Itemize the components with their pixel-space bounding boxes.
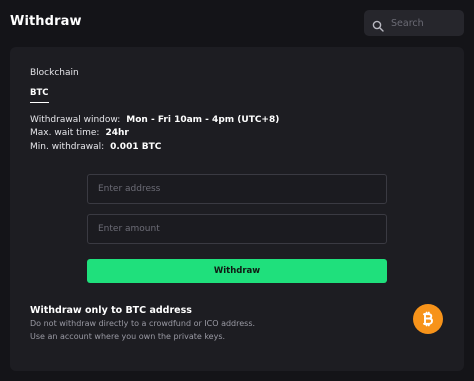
blockchain-label: Blockchain bbox=[30, 68, 79, 78]
amount-input[interactable] bbox=[87, 214, 387, 244]
max-wait-value: 24hr bbox=[105, 128, 129, 138]
search-icon bbox=[372, 17, 384, 32]
notice-line-1: Do not withdraw directly to a crowdfund … bbox=[30, 319, 256, 328]
withdraw-card: Blockchain BTC Withdrawal window: Mon - F… bbox=[10, 47, 464, 371]
withdrawal-window-label: Withdrawal window: bbox=[30, 115, 121, 125]
min-withdrawal-row: Min. withdrawal: 0.001 BTC bbox=[30, 142, 161, 152]
withdrawal-window-value: Mon - Fri 10am - 4pm (UTC+8) bbox=[126, 115, 280, 125]
page-title: Withdraw bbox=[10, 14, 82, 29]
notice-title: Withdraw only to BTC address bbox=[30, 305, 192, 316]
tab-btc[interactable]: BTC bbox=[30, 88, 49, 103]
search-input[interactable] bbox=[391, 17, 459, 29]
min-withdrawal-label: Min. withdrawal: bbox=[30, 142, 105, 152]
notice-line-2: Use an account where you own the private… bbox=[30, 332, 226, 341]
address-input[interactable] bbox=[87, 174, 387, 204]
bitcoin-icon bbox=[413, 304, 443, 334]
top-bar: Withdraw bbox=[0, 0, 474, 46]
withdraw-button[interactable]: Withdraw bbox=[87, 259, 387, 283]
search-box[interactable] bbox=[364, 10, 464, 36]
min-withdrawal-value: 0.001 BTC bbox=[110, 142, 162, 152]
max-wait-label: Max. wait time: bbox=[30, 128, 100, 138]
withdrawal-window-row: Withdrawal window: Mon - Fri 10am - 4pm (… bbox=[30, 115, 279, 125]
max-wait-row: Max. wait time: 24hr bbox=[30, 128, 129, 138]
